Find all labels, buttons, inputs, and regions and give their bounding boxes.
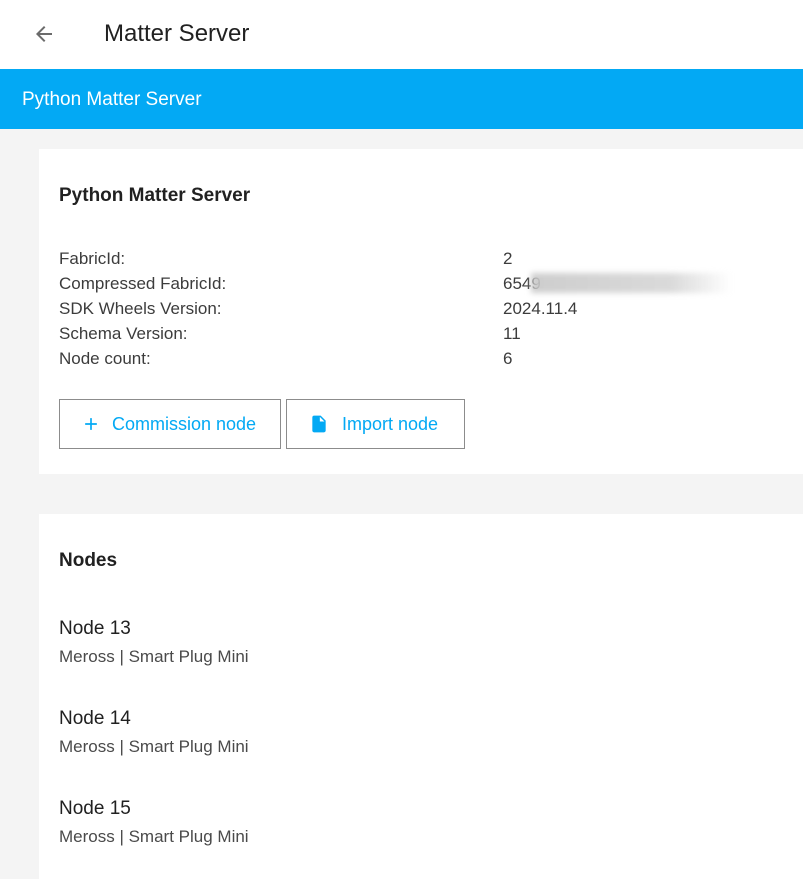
info-value: 6 [503,349,513,368]
list-item[interactable]: Node 14 Meross | Smart Plug Mini [59,705,779,767]
info-label: Node count: [59,349,151,368]
node-description: Meross | Smart Plug Mini [59,737,249,756]
plus-icon [80,413,102,435]
node-description: Meross | Smart Plug Mini [59,827,249,846]
node-description: Meross | Smart Plug Mini [59,647,249,666]
commission-node-button[interactable]: Commission node [59,399,281,449]
info-row-sdk-version: SDK Wheels Version: 2024.11.4 [59,296,759,321]
import-node-button[interactable]: Import node [286,399,465,449]
arrow-left-icon [36,26,52,42]
info-row-fabric-id: FabricId: 2 [59,246,759,271]
info-label: SDK Wheels Version: [59,299,222,318]
info-value: 11 [503,324,521,343]
info-label: Compressed FabricId: [59,274,227,293]
info-value: 2024.11.4 [503,299,578,318]
commission-node-label: Commission node [112,413,257,434]
import-node-label: Import node [342,413,439,434]
list-item[interactable]: Node 15 Meross | Smart Plug Mini [59,795,779,857]
list-item[interactable]: Node 13 Meross | Smart Plug Mini [59,615,779,677]
nodes-card: Nodes Node 13 Meross | Smart Plug Mini N… [39,514,803,879]
node-name: Node 14 [59,708,131,729]
toolbar: Python Matter Server [0,69,803,129]
back-button[interactable] [24,14,64,54]
node-name: Node 13 [59,618,131,639]
info-row-schema-version: Schema Version: 11 [59,321,759,346]
info-label: Schema Version: [59,324,188,343]
nodes-card-title: Nodes [59,550,118,571]
info-label: FabricId: [59,249,126,268]
info-row-compressed-fabric-id: Compressed FabricId: 6549 [59,271,759,296]
toolbar-title: Python Matter Server [22,89,202,110]
server-info-card: Python Matter Server FabricId: 2 Compres… [39,149,803,474]
info-value: 2 [503,249,513,268]
file-icon [308,413,330,435]
server-card-title: Python Matter Server [59,185,251,206]
app-header: Matter Server [0,0,803,69]
info-row-node-count: Node count: 6 [59,346,759,371]
page-title: Matter Server [104,20,250,47]
redaction-blur [531,273,731,293]
node-name: Node 15 [59,798,131,819]
